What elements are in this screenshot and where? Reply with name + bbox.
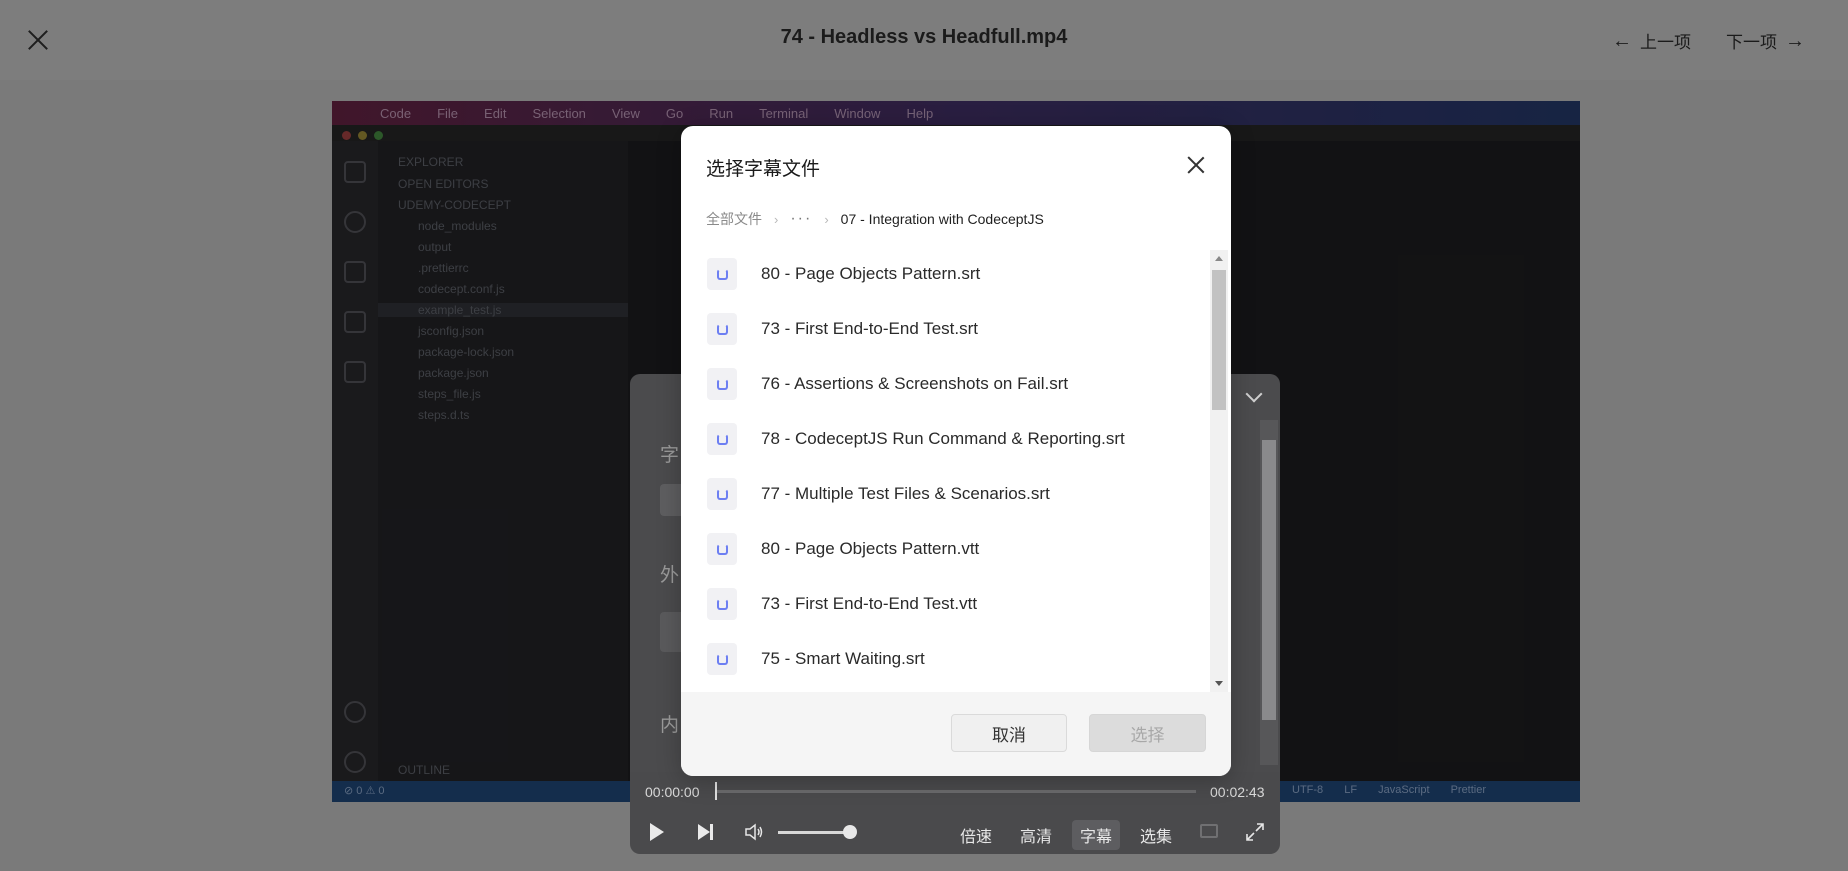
file-list: 80 - Page Objects Pattern.srt 73 - First… xyxy=(681,246,1209,692)
breadcrumb-more[interactable]: ··· xyxy=(790,210,812,228)
previous-item-button[interactable]: ← 上一项 xyxy=(1612,28,1691,53)
next-item-label: 下一项 xyxy=(1726,33,1777,52)
chevron-right-icon: › xyxy=(824,211,829,227)
file-list-scrollbar[interactable] xyxy=(1210,250,1228,692)
next-track-icon[interactable] xyxy=(698,824,713,840)
subtitle-file-icon xyxy=(707,422,737,455)
subtitle-file-icon xyxy=(707,477,737,510)
progress-bar[interactable] xyxy=(716,790,1196,793)
subtitle-file-icon xyxy=(707,257,737,290)
file-name: 78 - CodeceptJS Run Command & Reporting.… xyxy=(761,428,1125,448)
file-row[interactable]: 75 - Smart Waiting.srt xyxy=(681,631,1209,686)
file-row[interactable]: 76 - Assertions & Screenshots on Fail.sr… xyxy=(681,356,1209,411)
file-row[interactable]: 73 - First End-to-End Test.srt xyxy=(681,301,1209,356)
subtitle-button[interactable]: 字幕 xyxy=(1072,820,1121,850)
dialog-title: 选择字幕文件 xyxy=(706,159,821,180)
fullscreen-icon[interactable] xyxy=(1246,823,1264,841)
file-name: 75 - Smart Waiting.srt xyxy=(761,648,925,668)
subtitle-file-icon xyxy=(707,312,737,345)
panel-label: 字 xyxy=(660,445,680,466)
file-name: 76 - Assertions & Screenshots on Fail.sr… xyxy=(761,373,1069,393)
quality-button[interactable]: 高清 xyxy=(1020,823,1052,847)
subtitle-file-icon xyxy=(707,532,737,565)
subtitle-file-icon xyxy=(707,367,737,400)
player-controls xyxy=(630,772,1280,854)
file-name: 80 - Page Objects Pattern.srt xyxy=(761,263,981,283)
cancel-button[interactable]: 取消 xyxy=(951,714,1067,752)
chevron-right-icon: › xyxy=(774,211,779,227)
panel-label: 外 xyxy=(660,565,680,586)
speed-button[interactable]: 倍速 xyxy=(960,823,992,847)
file-name: 77 - Multiple Test Files & Scenarios.srt xyxy=(761,483,1050,503)
previous-item-label: 上一项 xyxy=(1640,33,1691,52)
select-button[interactable]: 选择 xyxy=(1089,714,1206,752)
panel-label: 内 xyxy=(660,715,680,736)
breadcrumb-current: 07 - Integration with CodeceptJS xyxy=(840,211,1044,227)
volume-slider[interactable] xyxy=(778,831,850,834)
arrow-right-icon: → xyxy=(1785,29,1805,52)
file-row[interactable]: 77 - Multiple Test Files & Scenarios.srt xyxy=(681,466,1209,521)
viewer-title: 74 - Headless vs Headfull.mp4 xyxy=(780,26,1068,48)
breadcrumb: 全部文件 › ··· › 07 - Integration with Codec… xyxy=(706,209,1044,229)
current-time: 00:00:00 xyxy=(645,784,700,800)
picture-in-picture-icon[interactable] xyxy=(1200,824,1218,838)
arrow-left-icon: ← xyxy=(1612,29,1632,52)
dialog-footer: 取消 选择 xyxy=(681,692,1231,776)
file-name: 80 - Page Objects Pattern.vtt xyxy=(761,538,980,558)
episodes-button[interactable]: 选集 xyxy=(1140,823,1172,847)
scrollbar-thumb[interactable] xyxy=(1212,270,1226,410)
volume-slider-knob[interactable] xyxy=(843,825,857,839)
scroll-down-icon[interactable] xyxy=(1215,681,1223,686)
volume-icon[interactable] xyxy=(744,823,764,841)
file-row[interactable]: 80 - Page Objects Pattern.vtt xyxy=(681,521,1209,576)
breadcrumb-root[interactable]: 全部文件 xyxy=(706,209,762,229)
progress-handle[interactable] xyxy=(715,782,717,800)
file-row[interactable]: 80 - Page Objects Pattern.srt xyxy=(681,246,1209,301)
subtitle-file-icon xyxy=(707,642,737,675)
duration: 00:02:43 xyxy=(1210,784,1265,800)
subtitle-file-dialog: 选择字幕文件 全部文件 › ··· › 07 - Integration wit… xyxy=(681,126,1231,776)
subtitle-file-icon xyxy=(707,587,737,620)
play-icon[interactable] xyxy=(650,823,664,841)
file-row[interactable]: 78 - CodeceptJS Run Command & Reporting.… xyxy=(681,411,1209,466)
viewer-header: 74 - Headless vs Headfull.mp4 ← 上一项 下一项 … xyxy=(0,0,1848,80)
file-name: 73 - First End-to-End Test.srt xyxy=(761,318,978,338)
close-icon[interactable] xyxy=(1185,154,1207,176)
next-item-button[interactable]: 下一项 → xyxy=(1726,28,1805,53)
scroll-up-icon[interactable] xyxy=(1215,256,1223,261)
file-name: 73 - First End-to-End Test.vtt xyxy=(761,593,978,613)
panel-scrollbar-thumb[interactable] xyxy=(1262,440,1276,720)
file-row[interactable]: 73 - First End-to-End Test.vtt xyxy=(681,576,1209,631)
